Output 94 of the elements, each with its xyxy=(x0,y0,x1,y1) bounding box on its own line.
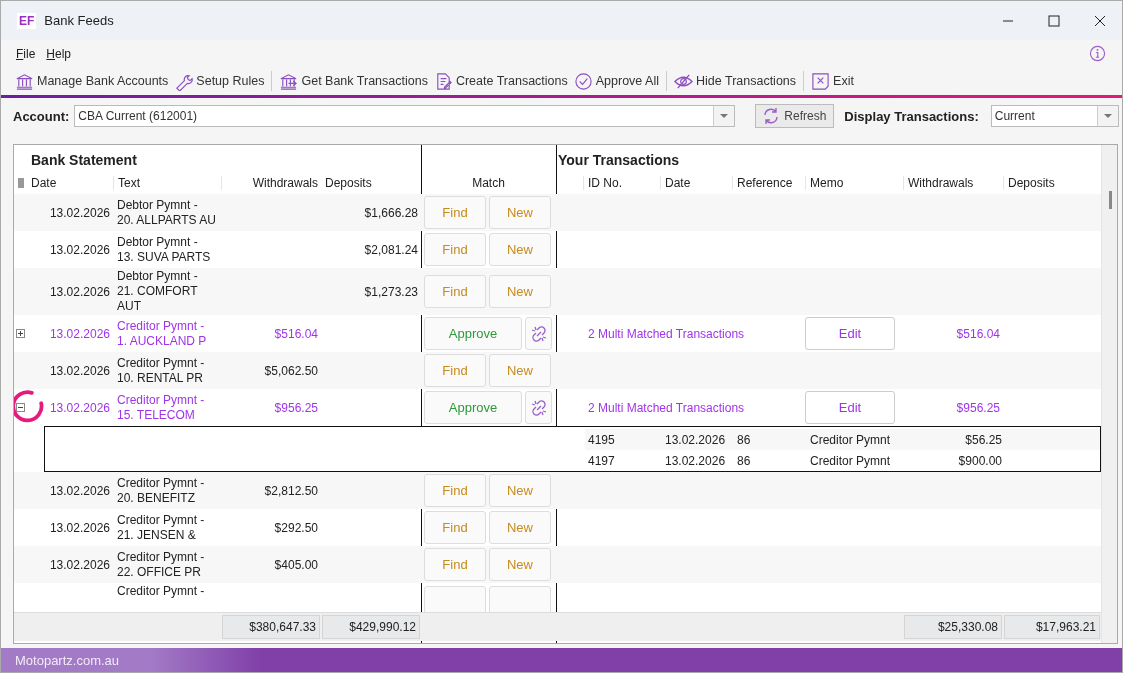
account-dropdown[interactable]: CBA Current (612001) xyxy=(74,105,736,127)
id-cell-text: 4197 xyxy=(587,453,616,468)
date-cell-text: 13.02.2026 xyxy=(48,520,111,535)
id-cell-text: 4195 xyxy=(587,432,616,447)
statement-text: Creditor Pymnt - 1. AUCKLAND P xyxy=(116,317,208,350)
withdrawal-amount: $2,812.50 xyxy=(264,483,318,498)
date-cell-text: 13.02.2026 xyxy=(664,453,727,468)
withdrawal-amount: $900.00 xyxy=(957,453,1003,468)
matched-withdrawal-amount: $956.25 xyxy=(955,400,1001,415)
date-cell-text: 13.02.2026 xyxy=(48,363,111,378)
toolbar-button[interactable]: Create Transactions xyxy=(430,71,571,91)
date-cell-text: 13.02.2026 xyxy=(48,284,111,299)
column-header[interactable]: Text xyxy=(113,175,221,190)
reference-cell-text: 86 xyxy=(736,432,752,447)
bank-arrow-icon xyxy=(279,71,299,91)
toolbar-button[interactable]: Approve All xyxy=(570,71,662,91)
statement-text: Debtor Pymnt - 20. ALLPARTS AU xyxy=(116,196,217,229)
check-circle-icon xyxy=(573,71,593,91)
withdrawal-amount: $956.25 xyxy=(274,400,318,415)
date-cell-text: 13.02.2026 xyxy=(48,400,111,415)
toolbar-button[interactable]: Exit xyxy=(808,71,857,91)
collapse-icon[interactable] xyxy=(16,403,25,412)
column-header[interactable]: Memo xyxy=(805,175,903,190)
withdrawal-amount: $56.25 xyxy=(964,432,1003,447)
deposit-amount: $2,081.24 xyxy=(364,242,418,257)
statement-text: Creditor Pymnt - 15. TELECOM xyxy=(116,391,206,424)
matched-withdrawal-amount: $516.04 xyxy=(955,326,1001,341)
withdrawal-amount: $405.00 xyxy=(274,557,318,572)
multi-match-link[interactable]: 2 Multi Matched Transactions xyxy=(588,400,805,415)
column-header: Match xyxy=(472,175,505,190)
memo-cell-text: Creditor Pymnt xyxy=(809,432,892,447)
exit-icon xyxy=(811,71,831,91)
deposit-amount: $1,666.28 xyxy=(364,205,418,220)
toolbar-button[interactable]: Get Bank Transactions xyxy=(276,71,431,91)
section-title: Bank Statement xyxy=(31,152,138,170)
date-cell-text: 13.02.2026 xyxy=(48,242,111,257)
withdrawal-amount: $292.50 xyxy=(274,520,318,535)
column-header[interactable]: Withdrawals xyxy=(221,175,321,190)
dropdown-arrow-icon[interactable] xyxy=(1103,114,1112,118)
total-withdrawals: $25,330.08 xyxy=(904,615,1002,639)
column-chooser-icon[interactable] xyxy=(17,177,24,188)
toolbar-button[interactable]: Setup Rules xyxy=(171,71,268,91)
column-header[interactable]: Withdrawals xyxy=(903,175,1003,190)
column-header[interactable]: Reference xyxy=(732,175,805,190)
memo-cell-text: Creditor Pymnt xyxy=(809,453,892,468)
date-cell-text: 13.02.2026 xyxy=(664,432,727,447)
menu-item[interactable]: File xyxy=(16,46,36,61)
dropdown-arrow-icon[interactable] xyxy=(720,114,729,118)
toolbar-button[interactable]: Hide Transactions xyxy=(671,71,800,91)
menu-item[interactable]: Help xyxy=(46,46,72,61)
column-header[interactable]: Date xyxy=(660,175,732,190)
statement-text: Debtor Pymnt - 21. COMFORT AUT xyxy=(116,268,199,315)
column-header[interactable]: ID No. xyxy=(583,175,660,190)
unlink-button[interactable] xyxy=(525,391,552,424)
app-logo: EF xyxy=(17,12,37,29)
unlink-button[interactable] xyxy=(525,317,552,350)
total-deposits: $17,963.21 xyxy=(1004,615,1100,639)
edit-button[interactable]: Edit xyxy=(805,391,895,424)
toolbar-button[interactable]: Manage Bank Accounts xyxy=(12,71,172,91)
multi-match-link[interactable]: 2 Multi Matched Transactions xyxy=(588,326,805,341)
reference-cell-text: 86 xyxy=(736,453,752,468)
expand-icon[interactable] xyxy=(16,329,25,338)
display-transactions-label: Display Transactions: xyxy=(844,108,979,124)
statement-text: Creditor Pymnt - 10. RENTAL PR xyxy=(116,354,206,387)
approve-button[interactable]: Approve xyxy=(424,391,522,424)
close-icon[interactable] xyxy=(1094,14,1106,27)
window-title: Bank Feeds xyxy=(44,13,114,28)
withdrawal-amount: $5,062.50 xyxy=(264,363,318,378)
statement-text: Creditor Pymnt - 21. JENSEN & xyxy=(116,511,206,544)
refresh-button[interactable]: Refresh xyxy=(755,104,835,128)
date-cell-text: 13.02.2026 xyxy=(48,205,111,220)
deposit-amount: $1,273.23 xyxy=(364,284,418,299)
statement-text: Creditor Pymnt - 22. OFFICE PR xyxy=(116,548,206,581)
account-label: Account: xyxy=(13,108,70,124)
info-icon[interactable] xyxy=(1089,45,1106,62)
maximize-icon[interactable] xyxy=(1048,14,1060,27)
withdrawal-amount: $516.04 xyxy=(274,326,318,341)
column-header[interactable]: Date xyxy=(27,175,113,190)
status-text: Motopartz.com.au xyxy=(15,652,120,668)
total-withdrawals: $380,647.33 xyxy=(222,615,320,639)
section-title: Your Transactions xyxy=(557,152,681,170)
statement-text: Creditor Pymnt - xyxy=(116,583,206,600)
date-cell-text: 13.02.2026 xyxy=(48,483,111,498)
statement-text: Creditor Pymnt - 20. BENEFITZ xyxy=(116,474,206,507)
bank-icon xyxy=(15,71,34,91)
statement-text: Debtor Pymnt - 13. SUVA PARTS xyxy=(116,233,212,266)
edit-button[interactable]: Edit xyxy=(805,317,895,350)
total-deposits: $429,990.12 xyxy=(322,615,420,639)
approve-button[interactable]: Approve xyxy=(424,317,522,350)
date-cell-text: 13.02.2026 xyxy=(48,557,111,572)
display-transactions-dropdown[interactable]: Current xyxy=(990,105,1119,127)
column-header[interactable]: Deposits xyxy=(321,175,421,190)
vertical-scrollbar[interactable] xyxy=(1101,145,1117,643)
date-cell-text: 13.02.2026 xyxy=(48,326,111,341)
